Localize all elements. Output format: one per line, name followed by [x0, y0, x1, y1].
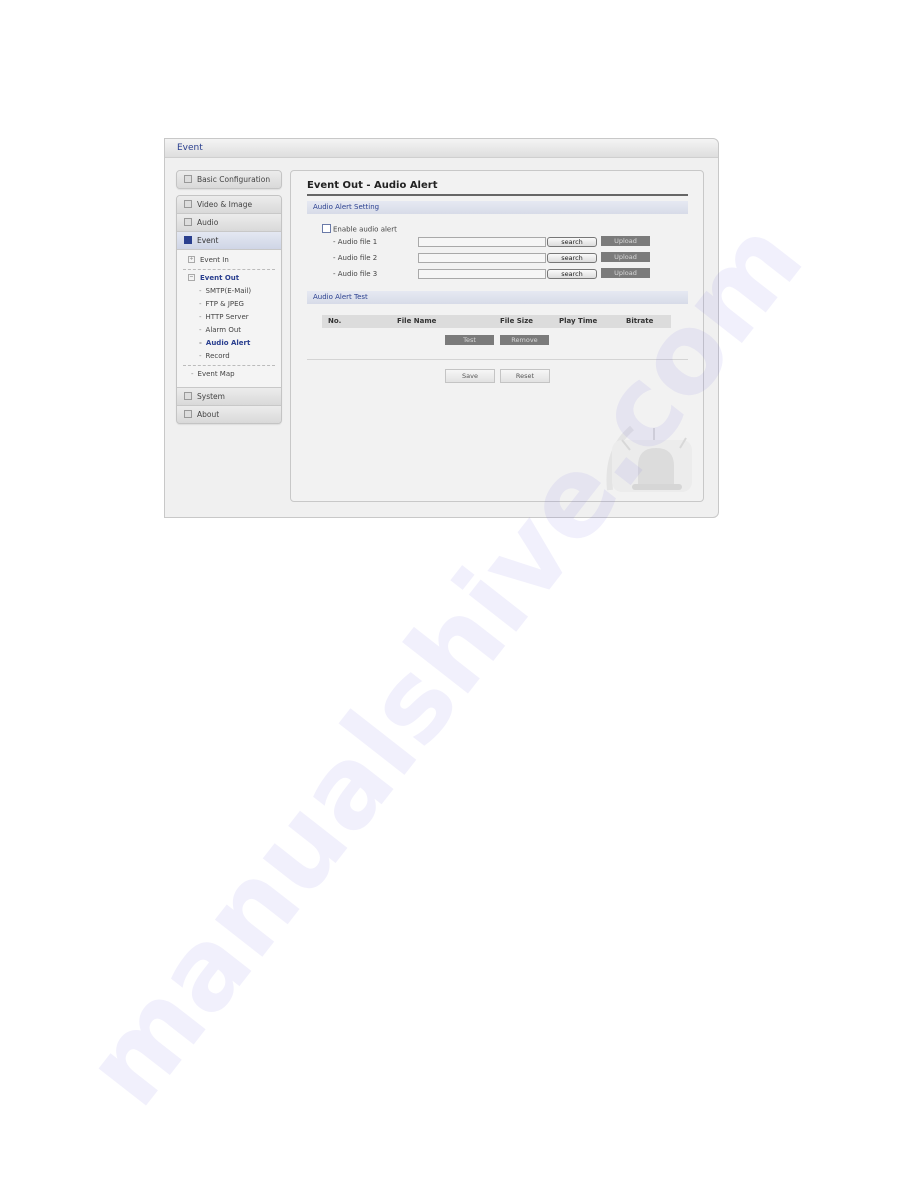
app-window: Event Basic Configuration Video & Image …: [164, 138, 719, 518]
collapse-box-icon: [184, 236, 192, 244]
camera-dome-decoration-icon: [606, 425, 692, 492]
sidebar-item-label: Audio: [197, 218, 219, 227]
submenu-label: Alarm Out: [205, 326, 242, 334]
audio-file-3-label: - Audio file 3: [333, 270, 378, 278]
minus-icon: −: [188, 273, 195, 281]
expand-box-icon: [184, 218, 192, 226]
audio-file-1-label: - Audio file 1: [333, 238, 378, 246]
submenu-label: Event Map: [197, 370, 235, 378]
audio-file-1-input[interactable]: [418, 237, 546, 247]
column-header-play-time: Play Time: [559, 317, 598, 325]
audio-file-3-input[interactable]: [418, 269, 546, 279]
divider: [307, 359, 688, 360]
remove-button[interactable]: Remove: [500, 335, 549, 345]
submenu-label: FTP & JPEG: [205, 300, 244, 308]
divider: [183, 269, 275, 270]
audio-file-2-upload-button[interactable]: Upload: [601, 252, 650, 262]
title-divider: [307, 194, 688, 196]
sidebar-item-label: Video & Image: [197, 200, 253, 209]
audio-file-1-search-button[interactable]: search: [547, 237, 597, 247]
sidebar-item-video-image[interactable]: Video & Image: [177, 196, 281, 214]
sidebar-item-label: About: [197, 410, 220, 419]
expand-box-icon: [184, 392, 192, 400]
submenu-label: Record: [205, 352, 230, 360]
sidebar-item-system[interactable]: System: [177, 388, 281, 406]
submenu-http-server[interactable]: - HTTP Server: [177, 311, 281, 324]
sidebar-item-audio[interactable]: Audio: [177, 214, 281, 232]
sidebar: Basic Configuration Video & Image Audio …: [176, 170, 282, 430]
submenu-smtp[interactable]: - SMTP(E-Mail): [177, 285, 281, 298]
event-submenu: + Event In − Event Out - SMTP(E-Mail) - FTP …: [177, 250, 281, 388]
nav-group-main: Video & Image Audio Event + Event In − Eve…: [176, 195, 282, 424]
submenu-label: Audio Alert: [205, 339, 251, 347]
window-title: Event: [165, 139, 718, 158]
audio-file-3-search-button[interactable]: search: [547, 269, 597, 279]
sidebar-item-label: Event: [197, 236, 219, 245]
column-header-file-name: File Name: [397, 317, 437, 325]
submenu-label: Event Out: [200, 274, 240, 282]
plus-icon: +: [188, 255, 195, 263]
submenu-label: Event In: [200, 256, 229, 264]
submenu-ftp-jpeg[interactable]: - FTP & JPEG: [177, 298, 281, 311]
test-table-header: No. File Name File Size Play Time Bitrat…: [322, 315, 671, 328]
sidebar-item-label: Basic Configuration: [197, 175, 271, 184]
audio-file-2-input[interactable]: [418, 253, 546, 263]
sidebar-item-basic-configuration[interactable]: Basic Configuration: [177, 171, 281, 188]
submenu-label: SMTP(E-Mail): [205, 287, 252, 295]
section-header-setting: Audio Alert Setting: [307, 201, 688, 214]
submenu-record[interactable]: - Record: [177, 350, 281, 363]
expand-box-icon: [184, 200, 192, 208]
submenu-event-map[interactable]: - Event Map: [177, 368, 281, 381]
enable-audio-alert-checkbox[interactable]: [322, 224, 331, 233]
submenu-label: HTTP Server: [205, 313, 249, 321]
submenu-event-in[interactable]: + Event In: [177, 254, 281, 267]
submenu-audio-alert[interactable]: - Audio Alert: [177, 337, 281, 350]
test-button[interactable]: Test: [445, 335, 494, 345]
page-title: Event Out - Audio Alert: [307, 180, 438, 191]
submenu-alarm-out[interactable]: - Alarm Out: [177, 324, 281, 337]
column-header-file-size: File Size: [500, 317, 534, 325]
expand-box-icon: [184, 410, 192, 418]
section-header-test: Audio Alert Test: [307, 291, 688, 304]
sidebar-item-about[interactable]: About: [177, 406, 281, 423]
save-button[interactable]: Save: [445, 369, 495, 383]
column-header-no: No.: [328, 317, 342, 325]
column-header-bitrate: Bitrate: [626, 317, 654, 325]
enable-label: Enable audio alert: [333, 225, 397, 234]
divider: [183, 365, 275, 366]
audio-file-3-upload-button[interactable]: Upload: [601, 268, 650, 278]
nav-group-basic: Basic Configuration: [176, 170, 282, 189]
sidebar-item-label: System: [197, 392, 225, 401]
content-panel: Event Out - Audio Alert Audio Alert Sett…: [290, 170, 704, 502]
enable-row: Enable audio alert: [322, 224, 397, 234]
sidebar-item-event[interactable]: Event: [177, 232, 281, 250]
audio-file-2-search-button[interactable]: search: [547, 253, 597, 263]
audio-file-1-upload-button[interactable]: Upload: [601, 236, 650, 246]
submenu-event-out[interactable]: − Event Out: [177, 272, 281, 285]
expand-box-icon: [184, 175, 192, 183]
audio-file-2-label: - Audio file 2: [333, 254, 378, 262]
reset-button[interactable]: Reset: [500, 369, 550, 383]
